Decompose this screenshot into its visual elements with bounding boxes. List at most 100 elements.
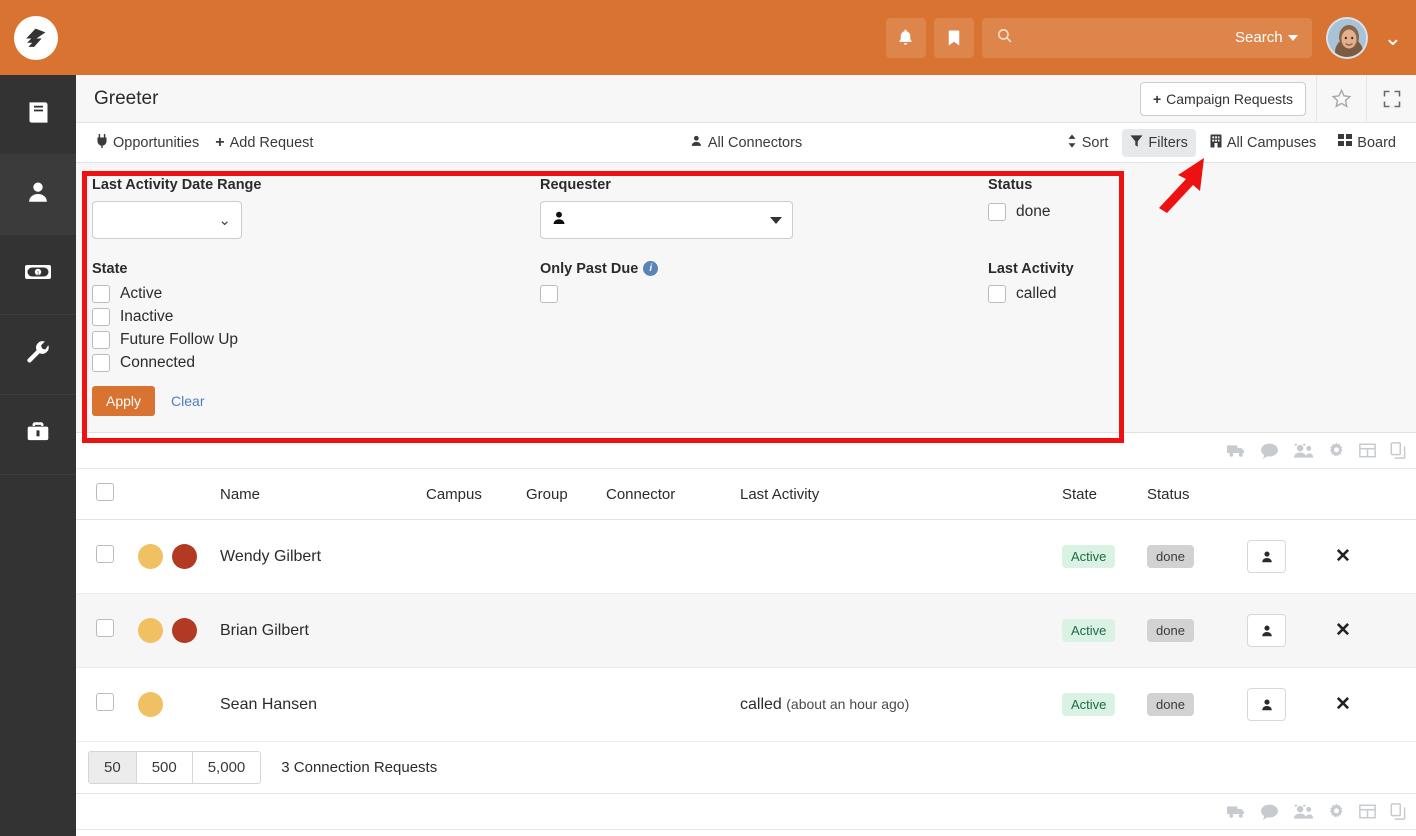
truck-icon[interactable]: [1227, 804, 1246, 819]
toolbar-all-campuses[interactable]: All Campuses: [1202, 129, 1324, 157]
gear-icon[interactable]: [1328, 442, 1345, 459]
checkbox[interactable]: [92, 308, 110, 326]
col-indicators: [138, 469, 220, 520]
table-row[interactable]: Wendy Gilbert Active done ✕: [76, 519, 1416, 594]
comment-icon[interactable]: [1260, 443, 1279, 459]
mountain-logo-icon[interactable]: [14, 15, 58, 60]
page-size-500[interactable]: 500: [136, 752, 193, 783]
search-scope-dropdown[interactable]: Search: [1235, 29, 1298, 46]
filter-status-option-done[interactable]: done: [988, 203, 1416, 221]
row-checkbox[interactable]: [96, 619, 114, 637]
assign-connector-button[interactable]: [1247, 540, 1286, 573]
row-connector: [606, 593, 740, 668]
copy-icon[interactable]: [1390, 803, 1406, 820]
checkbox[interactable]: [92, 285, 110, 303]
apply-button[interactable]: Apply: [92, 386, 156, 416]
row-name[interactable]: Sean Hansen: [220, 667, 426, 742]
filter-state-option-connected[interactable]: Connected: [92, 354, 540, 372]
row-connector: [606, 667, 740, 742]
row-checkbox[interactable]: [96, 545, 114, 563]
filter-grid-row-2: State Active Inactive Future Follow Up C…: [76, 261, 1416, 416]
table-header-row: Name Campus Group Connector Last Activit…: [76, 469, 1416, 520]
col-last-activity[interactable]: Last Activity: [740, 469, 1062, 520]
comment-icon[interactable]: [1260, 804, 1279, 820]
close-icon[interactable]: ✕: [1335, 694, 1351, 715]
assign-connector-button[interactable]: [1247, 614, 1286, 647]
filter-state-option-active[interactable]: Active: [92, 285, 540, 303]
row-select-cell: [76, 593, 138, 668]
toolbar-add-request[interactable]: + Add Request: [207, 129, 321, 157]
info-icon[interactable]: i: [643, 261, 659, 276]
toolbar-opportunities[interactable]: Opportunities: [88, 129, 207, 157]
table-icon[interactable]: [1359, 804, 1376, 819]
gear-icon[interactable]: [1328, 803, 1345, 820]
sidebar-item-people[interactable]: [0, 155, 76, 235]
star-icon[interactable]: [1316, 74, 1366, 123]
search-input[interactable]: Search: [981, 17, 1312, 58]
row-checkbox[interactable]: [96, 693, 114, 711]
close-icon[interactable]: ✕: [1335, 620, 1351, 641]
col-group[interactable]: Group: [526, 469, 606, 520]
col-campus[interactable]: Campus: [426, 469, 526, 520]
clear-link[interactable]: Clear: [171, 393, 204, 409]
campaign-requests-button[interactable]: + Campaign Requests: [1139, 81, 1306, 116]
sidebar-item-admin[interactable]: [0, 395, 76, 475]
expand-icon[interactable]: [1366, 74, 1416, 123]
avatar[interactable]: [1325, 16, 1368, 59]
table-row[interactable]: Sean Hansen called (about an hour ago) A…: [76, 667, 1416, 742]
bookmark-icon[interactable]: [933, 17, 974, 58]
checkbox[interactable]: [988, 285, 1006, 303]
toolbar-all-connectors[interactable]: All Connectors: [682, 129, 810, 157]
date-range-select[interactable]: ⌄: [92, 201, 242, 239]
col-status[interactable]: Status: [1147, 469, 1247, 520]
filter-requester-label: Requester: [540, 177, 611, 193]
sidebar-item-tools[interactable]: [0, 315, 76, 395]
filter-state-option-future-follow-up[interactable]: Future Follow Up: [92, 331, 540, 349]
row-name[interactable]: Wendy Gilbert: [220, 519, 426, 594]
left-sidebar: 1: [0, 75, 76, 836]
assign-connector-button[interactable]: [1247, 688, 1286, 721]
row-campus: [426, 667, 526, 742]
checkbox[interactable]: [92, 331, 110, 349]
bell-icon[interactable]: [885, 17, 926, 58]
book-icon: [25, 99, 52, 131]
toolbar-filters[interactable]: Filters: [1122, 128, 1196, 157]
page-size-50[interactable]: 50: [89, 752, 137, 783]
row-last-activity: [740, 519, 1062, 594]
page-size-5000[interactable]: 5,000: [192, 752, 261, 783]
col-name[interactable]: Name: [220, 469, 426, 520]
row-assign-cell: [1247, 519, 1335, 594]
checkbox[interactable]: [92, 354, 110, 372]
truck-icon[interactable]: [1227, 443, 1246, 458]
wrench-icon: [25, 339, 51, 370]
col-connector[interactable]: Connector: [606, 469, 740, 520]
row-last-activity: [740, 593, 1062, 668]
row-last-activity-action: called: [740, 695, 782, 713]
page-header-actions: + Campaign Requests: [1139, 74, 1416, 123]
sidebar-item-book[interactable]: [0, 75, 76, 155]
users-icon[interactable]: [1293, 443, 1314, 458]
chevron-down-icon[interactable]: ⌄: [1384, 26, 1402, 49]
svg-text:1: 1: [37, 271, 40, 277]
checkbox[interactable]: [540, 285, 558, 303]
row-remove-cell: ✕: [1335, 667, 1416, 742]
toolbar-board[interactable]: Board: [1330, 129, 1404, 156]
filter-panel: Last Activity Date Range ⌄ Requester Sta…: [76, 163, 1416, 433]
select-all-checkbox[interactable]: [96, 483, 114, 501]
filter-last-activity-option-called[interactable]: called: [988, 285, 1416, 303]
filter-state-option-inactive[interactable]: Inactive: [92, 308, 540, 326]
col-state[interactable]: State: [1062, 469, 1147, 520]
table-row[interactable]: Brian Gilbert Active done ✕: [76, 593, 1416, 668]
copy-icon[interactable]: [1390, 442, 1406, 459]
toolbar-sort[interactable]: Sort: [1059, 129, 1117, 157]
users-icon[interactable]: [1293, 804, 1314, 819]
checkbox[interactable]: [988, 203, 1006, 221]
filter-only-past-due-checkbox-row[interactable]: [540, 285, 988, 303]
row-name[interactable]: Brian Gilbert: [220, 593, 426, 668]
sidebar-item-giving[interactable]: 1: [0, 235, 76, 315]
requester-select[interactable]: [540, 201, 793, 239]
table-icon[interactable]: [1359, 443, 1376, 458]
filter-panel-wrapper: Last Activity Date Range ⌄ Requester Sta…: [76, 163, 1416, 433]
close-icon[interactable]: ✕: [1335, 546, 1351, 567]
indicator-dot: [138, 692, 163, 717]
